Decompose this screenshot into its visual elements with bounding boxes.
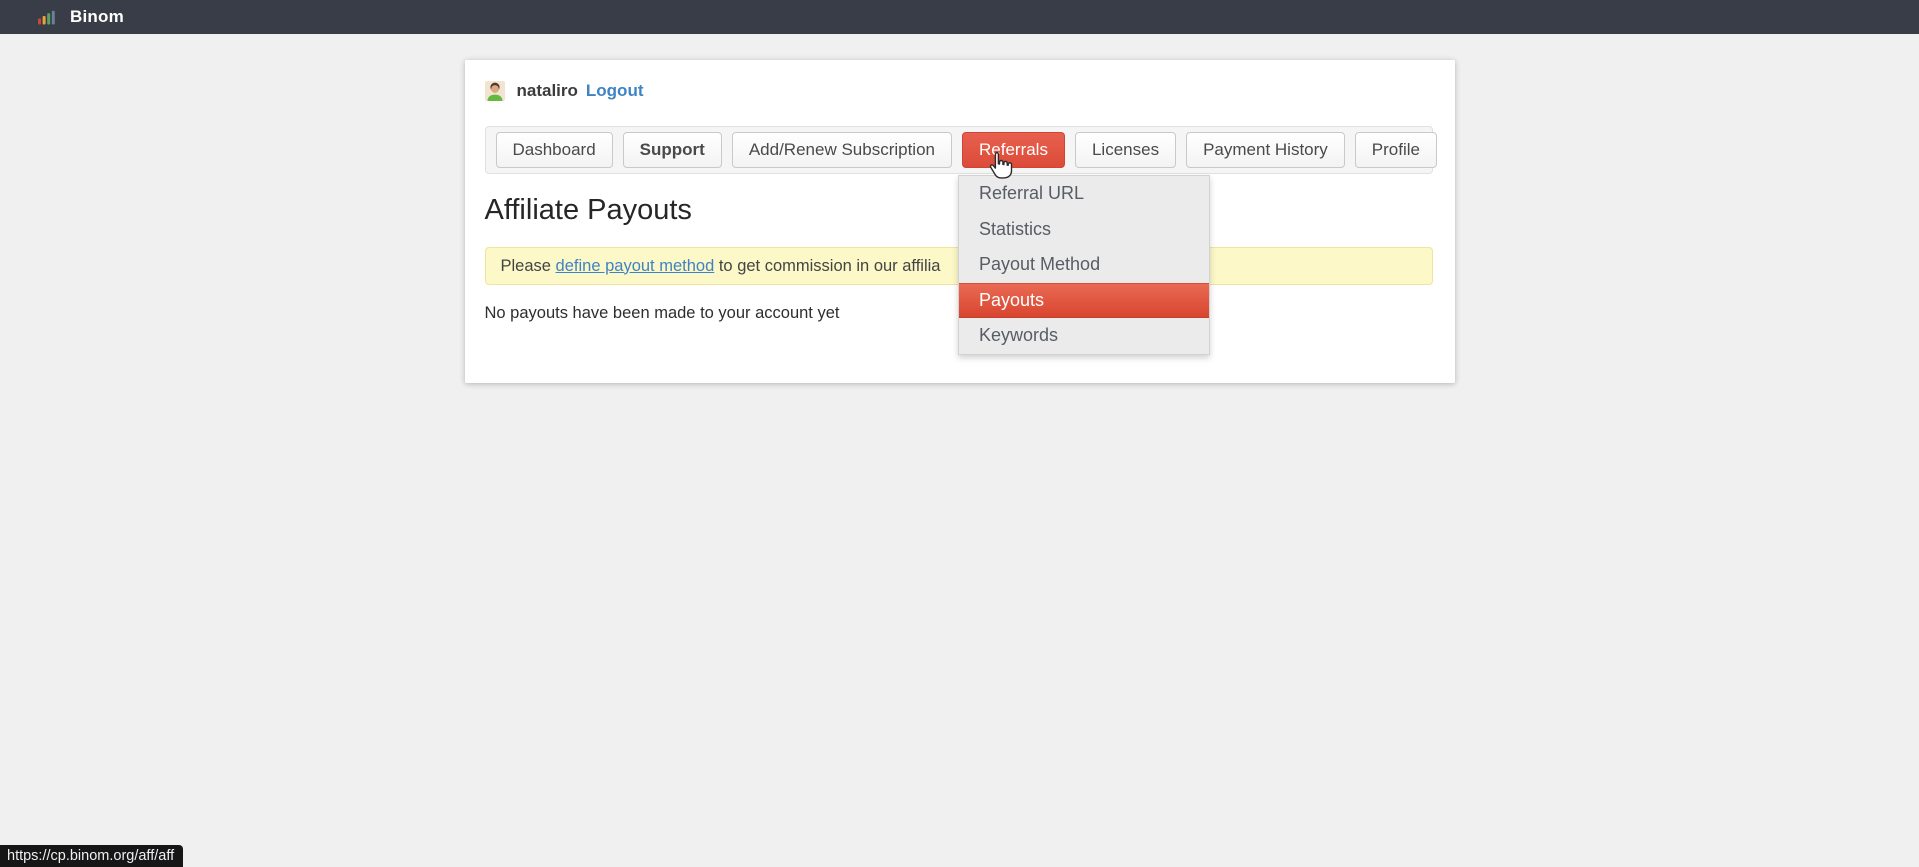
nav-dashboard[interactable]: Dashboard [496, 132, 613, 168]
nav-referrals[interactable]: Referrals [962, 132, 1065, 168]
menu-item-referral-url[interactable]: Referral URL [959, 176, 1209, 212]
bar-chart-icon [38, 10, 56, 25]
menu-item-statistics[interactable]: Statistics [959, 212, 1209, 248]
app-bar: Binom [0, 0, 1919, 34]
username: nataliro [517, 81, 578, 101]
nav-profile[interactable]: Profile [1355, 132, 1437, 168]
menu-item-payouts[interactable]: Payouts [959, 283, 1209, 319]
referrals-dropdown: Referral URL Statistics Payout Method Pa… [958, 175, 1210, 355]
nav-payment-history[interactable]: Payment History [1186, 132, 1345, 168]
nav-support[interactable]: Support [623, 132, 722, 168]
app-title: Binom [70, 7, 124, 27]
logout-link[interactable]: Logout [586, 81, 644, 101]
user-avatar [485, 81, 505, 101]
user-row: nataliro Logout [485, 80, 1433, 102]
status-url-tooltip: https://cp.binom.org/aff/aff [0, 845, 183, 867]
menu-item-payout-method[interactable]: Payout Method [959, 247, 1209, 283]
main-nav: Dashboard Support Add/Renew Subscription… [485, 126, 1433, 174]
notice-suffix: to get commission in our affilia [714, 257, 940, 276]
nav-add-renew-subscription[interactable]: Add/Renew Subscription [732, 132, 952, 168]
nav-referrals-wrap: Referrals Referral URL Statistics Payout… [962, 132, 1065, 168]
define-payout-method-link[interactable]: define payout method [556, 257, 715, 276]
menu-item-keywords[interactable]: Keywords [959, 318, 1209, 354]
nav-licenses[interactable]: Licenses [1075, 132, 1176, 168]
notice-prefix: Please [501, 257, 556, 276]
main-card: nataliro Logout Dashboard Support Add/Re… [465, 60, 1455, 383]
